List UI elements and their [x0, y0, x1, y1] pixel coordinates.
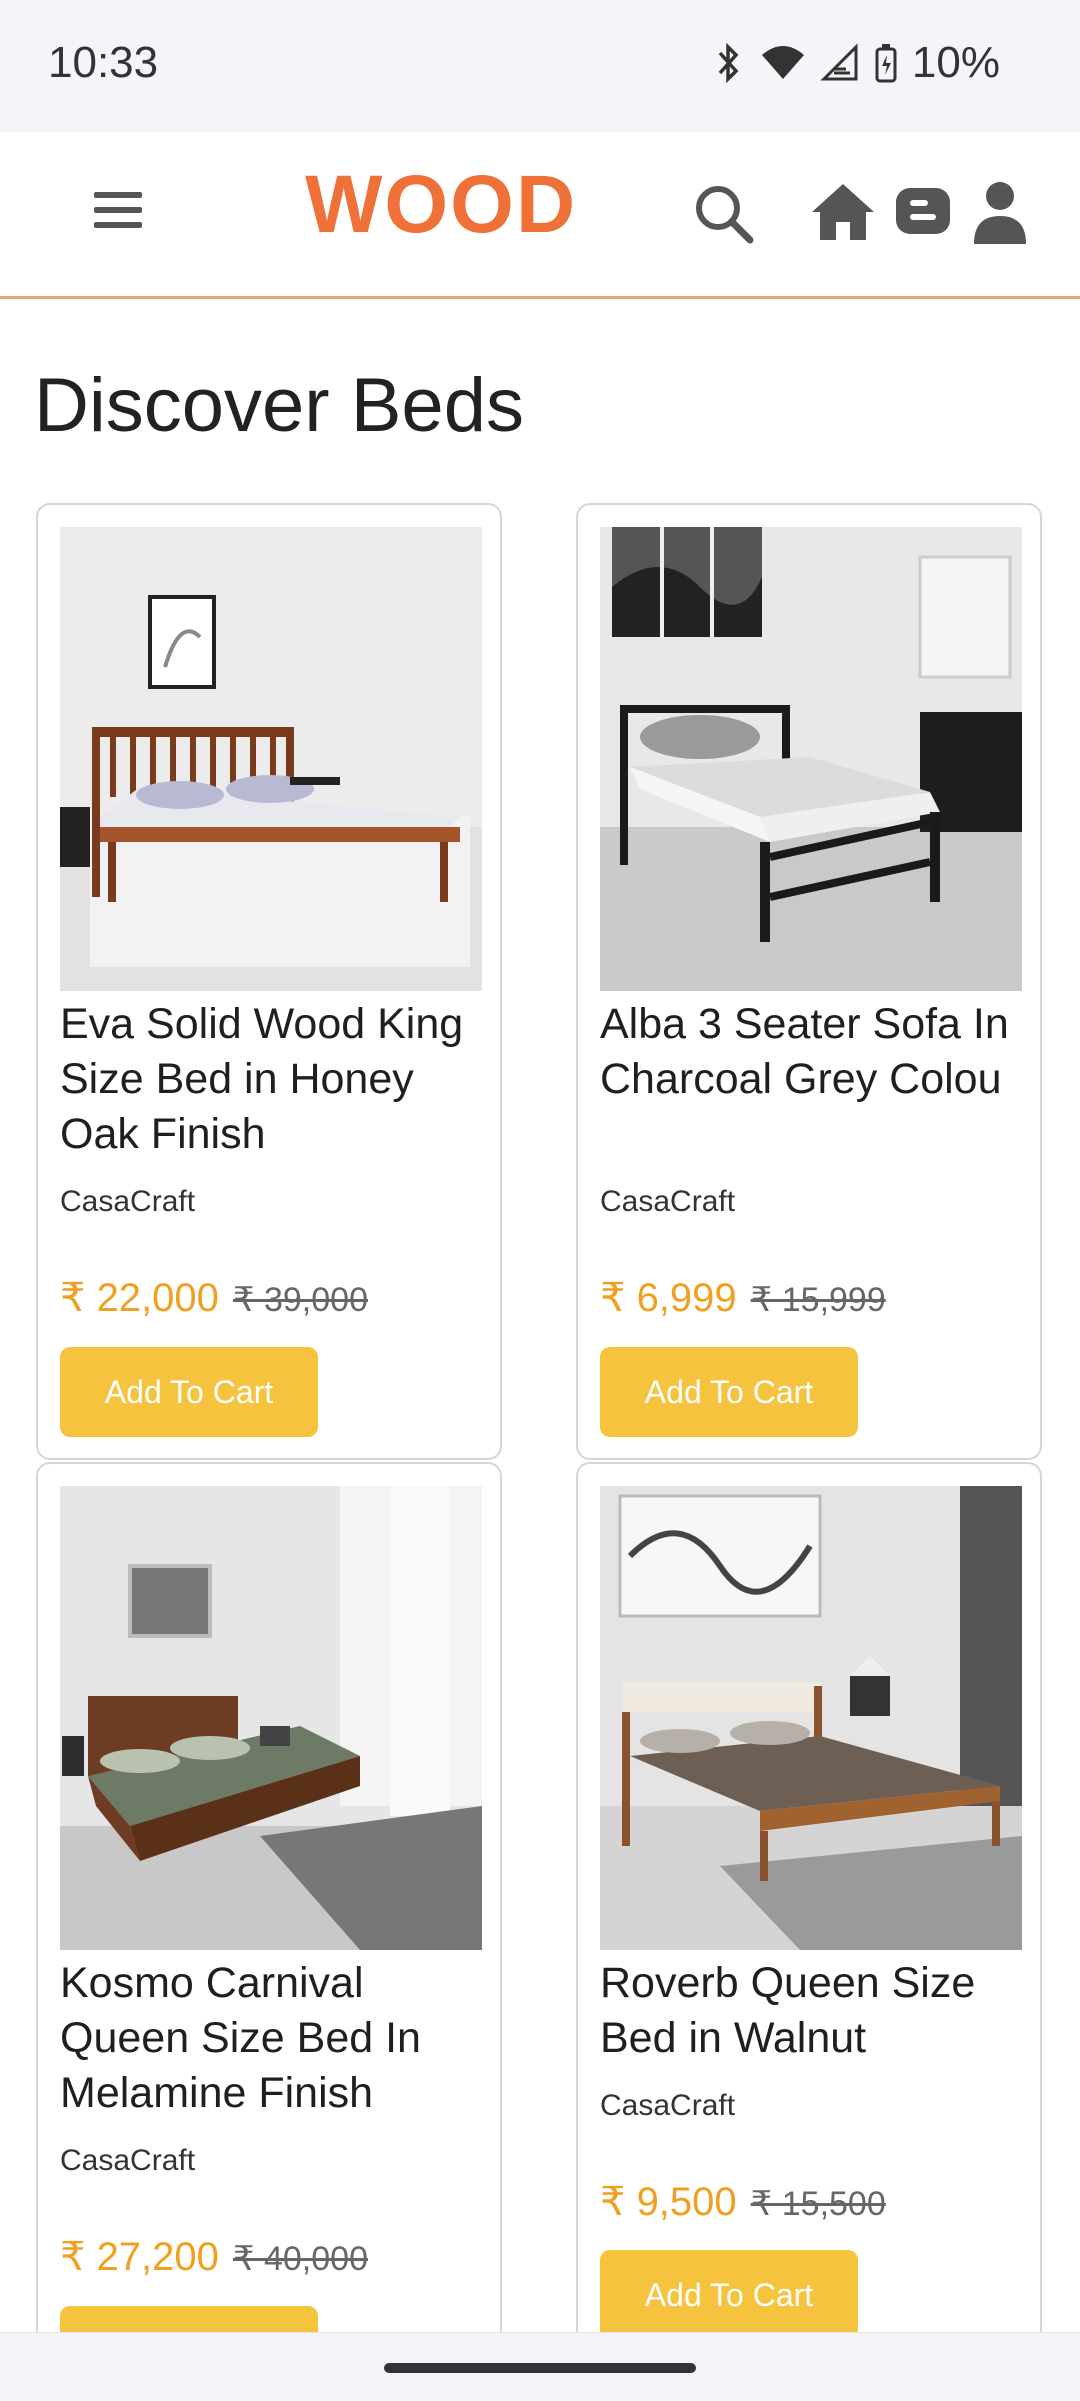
- add-to-cart-button[interactable]: Add To Cart: [600, 1347, 858, 1437]
- battery-icon: [875, 44, 897, 83]
- product-price-row: ₹ 22,000 ₹ 39,000: [60, 1275, 368, 1321]
- add-to-cart-button[interactable]: Add To Cart: [60, 1347, 318, 1437]
- product-image[interactable]: [600, 527, 1022, 991]
- product-price: ₹ 6,999: [600, 1276, 737, 1320]
- product-price-row: ₹ 27,200 ₹ 40,000: [60, 2234, 368, 2280]
- profile-button[interactable]: [970, 178, 1030, 246]
- product-image[interactable]: [60, 1486, 482, 1950]
- app-header: WOOD: [0, 132, 1080, 299]
- product-original-price: ₹ 15,500: [750, 2185, 886, 2223]
- home-icon: [812, 184, 874, 240]
- product-title[interactable]: Eva Solid Wood King Size Bed in Honey Oa…: [60, 997, 490, 1162]
- product-card[interactable]: Kosmo Carnival Queen Size Bed In Melamin…: [36, 1462, 502, 2396]
- search-button[interactable]: [692, 182, 756, 246]
- battery-percentage: 10%: [911, 38, 1000, 87]
- wifi-icon: [761, 46, 804, 79]
- product-original-price: ₹ 39,000: [232, 1281, 368, 1319]
- product-image[interactable]: [60, 527, 482, 991]
- status-icons: 10%: [712, 38, 1000, 88]
- product-original-price: ₹ 15,999: [750, 1281, 886, 1319]
- bed-image: [600, 527, 1022, 991]
- product-image[interactable]: [600, 1486, 1022, 1950]
- bed-image: [60, 1486, 482, 1950]
- product-title[interactable]: Kosmo Carnival Queen Size Bed In Melamin…: [60, 1956, 490, 2121]
- search-icon: [696, 186, 754, 244]
- product-seller: CasaCraft: [600, 2089, 736, 2122]
- add-to-cart-button[interactable]: Add To Cart: [600, 2250, 858, 2340]
- product-original-price: ₹ 40,000: [232, 2240, 368, 2278]
- bluetooth-icon: [718, 43, 739, 83]
- product-title[interactable]: Roverb Queen Size Bed in Walnut: [600, 1956, 1030, 2066]
- menu-button[interactable]: [90, 182, 146, 238]
- product-card[interactable]: Alba 3 Seater Sofa In Charcoal Grey Colo…: [576, 503, 1042, 1460]
- blog-icon: [896, 188, 950, 234]
- brand-logo[interactable]: WOOD: [305, 158, 577, 252]
- product-price: ₹ 22,000: [60, 1276, 219, 1320]
- page-title: Discover Beds: [34, 363, 524, 448]
- status-time: 10:33: [48, 38, 159, 87]
- product-seller: CasaCraft: [60, 2144, 196, 2177]
- system-navigation-bar: [0, 2332, 1080, 2401]
- product-price-row: ₹ 6,999 ₹ 15,999: [600, 1275, 886, 1321]
- product-card[interactable]: Roverb Queen Size Bed in Walnut CasaCraf…: [576, 1462, 1042, 2362]
- bed-image: [60, 527, 482, 991]
- status-bar: 10:33 10%: [0, 0, 1080, 132]
- signal-icon: [820, 43, 858, 81]
- product-seller: CasaCraft: [60, 1185, 196, 1218]
- home-gesture-handle[interactable]: [384, 2363, 696, 2373]
- product-price: ₹ 9,500: [600, 2180, 737, 2224]
- product-title[interactable]: Alba 3 Seater Sofa In Charcoal Grey Colo…: [600, 997, 1030, 1107]
- home-button[interactable]: [808, 180, 878, 244]
- product-price-row: ₹ 9,500 ₹ 15,500: [600, 2179, 886, 2225]
- blog-button[interactable]: [894, 182, 952, 240]
- product-seller: CasaCraft: [600, 1185, 736, 1218]
- profile-icon: [974, 182, 1026, 244]
- bed-image: [600, 1486, 1022, 1950]
- product-card[interactable]: Eva Solid Wood King Size Bed in Honey Oa…: [36, 503, 502, 1460]
- menu-icon: [94, 192, 142, 228]
- product-price: ₹ 27,200: [60, 2235, 219, 2279]
